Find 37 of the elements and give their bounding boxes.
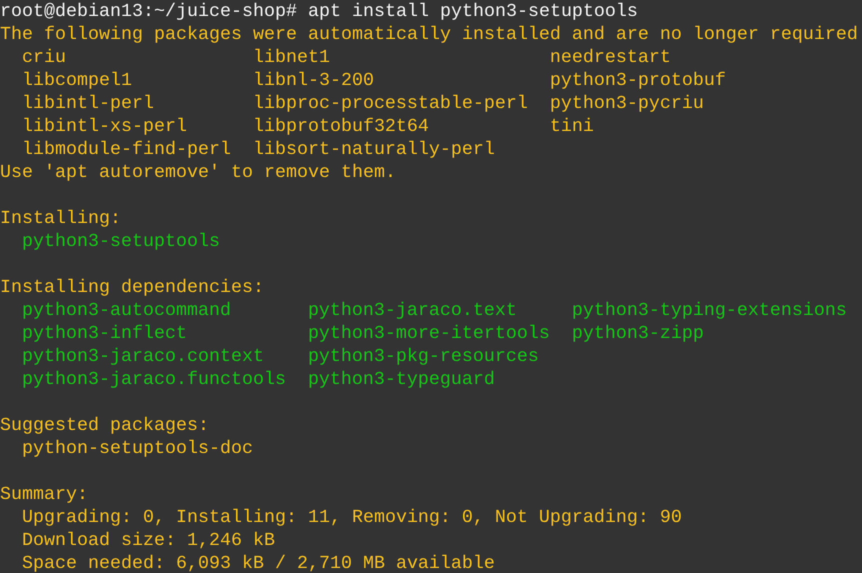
package-name: needrestart	[550, 46, 672, 69]
package-name: criu	[22, 46, 67, 69]
summary-text: Upgrading: 0, Installing: 11, Removing: 0, Not Upgrading: 90	[22, 507, 682, 528]
hint-text: Use 'apt autoremove' to remove them.	[0, 162, 396, 183]
summary-text: Download size: 1,246 kB	[22, 530, 275, 551]
package-name: python3-more-itertools	[308, 322, 550, 345]
package-name: python-setuptools-doc	[22, 437, 253, 460]
package-name: python3-autocommand	[22, 299, 232, 322]
package-name: python3-protobuf	[550, 69, 726, 92]
package-name: python3-inflect	[22, 322, 188, 345]
package-name: python3-jaraco.text	[308, 299, 518, 322]
shell-prompt: root@debian13:~/juice-shop#	[0, 1, 297, 22]
package-name: libprotobuf32t64	[252, 115, 430, 138]
package-name: tini	[550, 115, 595, 138]
package-name: python3-pkg-resources	[308, 345, 540, 368]
package-name: python3-jaraco.context	[22, 345, 265, 368]
package-name: libnl-3-200	[252, 69, 375, 92]
package-name: libintl-xs-perl	[22, 115, 188, 138]
package-name: python3-pycriu	[550, 92, 705, 115]
command-text: apt install python3-setuptools	[308, 1, 638, 22]
section-heading: Installing:	[0, 207, 122, 230]
package-name: python3-zipp	[572, 322, 705, 345]
package-name: libcompel1	[22, 69, 133, 92]
summary-text: Space needed: 6,093 kB / 2,710 MB available	[22, 553, 495, 573]
notice-text: The following packages were automatically installed and are no longer required	[0, 24, 858, 45]
section-heading: Summary:	[0, 483, 89, 506]
package-name: libsort-naturally-perl	[252, 138, 496, 161]
package-name: python3-jaraco.functools	[22, 368, 286, 391]
package-name: python3-setuptools	[22, 230, 220, 253]
package-name: libintl-perl	[22, 92, 155, 115]
package-name: python3-typing-extensions	[572, 299, 847, 322]
package-name: libproc-processtable-perl	[252, 92, 528, 115]
package-name: python3-typeguard	[308, 368, 496, 391]
package-name: libmodule-find-perl	[22, 138, 231, 161]
package-name: libnet1	[252, 46, 331, 69]
section-heading: Suggested packages:	[0, 414, 210, 437]
section-heading: Installing dependencies:	[0, 276, 265, 299]
